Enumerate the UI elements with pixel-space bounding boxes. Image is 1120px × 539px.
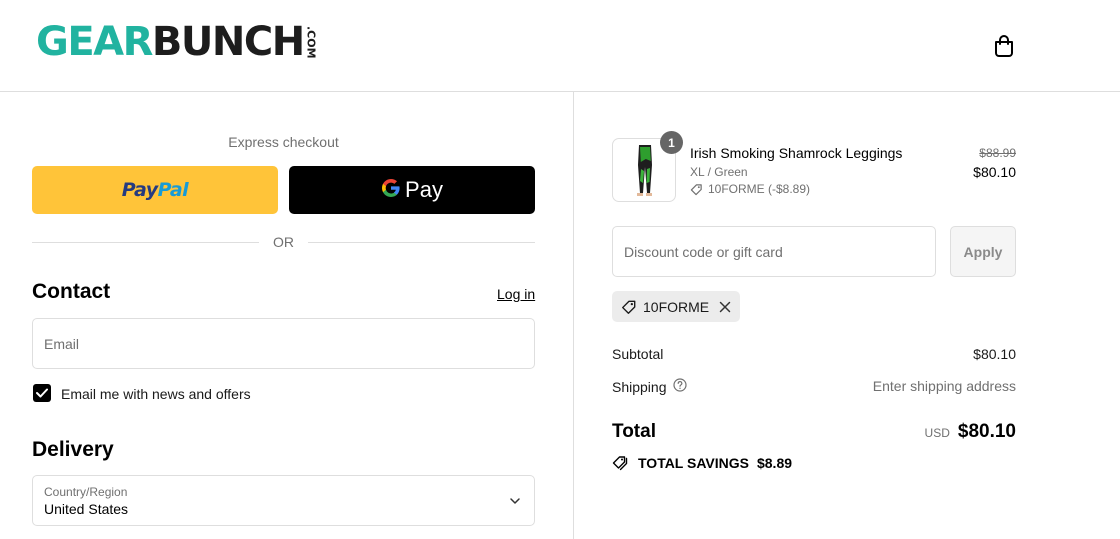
- savings-value: $8.89: [756, 455, 793, 471]
- google-pay-label: Pay: [405, 177, 443, 202]
- total-label: Total: [612, 421, 656, 442]
- tags-icon: [612, 456, 628, 471]
- logo-text-bunch: BUNCH: [151, 19, 305, 65]
- total-savings: TOTAL SAVINGS $8.89: [612, 455, 792, 471]
- country-label: Country/Region: [44, 485, 128, 499]
- google-g-icon: [381, 178, 401, 202]
- shipping-label-group: Shipping: [612, 378, 687, 395]
- product-discount: 10FORME (-$8.89): [690, 182, 810, 196]
- delivery-heading: Delivery: [32, 438, 114, 461]
- login-link[interactable]: Log in: [497, 286, 535, 302]
- product-name: Irish Smoking Shamrock Leggings: [690, 145, 903, 161]
- shipping-label: Shipping: [612, 378, 667, 395]
- or-text: OR: [273, 234, 294, 250]
- logo-text-com: .COM: [304, 25, 318, 59]
- google-pay-button[interactable]: Pay: [289, 166, 535, 214]
- country-select[interactable]: Country/Region United States: [32, 475, 535, 526]
- column-divider: [573, 92, 574, 539]
- newsletter-label: Email me with news and offers: [61, 386, 251, 402]
- chevron-down-icon: [510, 498, 520, 504]
- discount-code-input[interactable]: [613, 227, 935, 276]
- total-currency: USD: [924, 426, 950, 440]
- total-amount-group: USD $80.10: [925, 421, 1016, 443]
- help-circle-icon[interactable]: [672, 378, 687, 395]
- product-variant: XL / Green: [690, 165, 748, 179]
- applied-code-text: 10FORME: [643, 298, 710, 315]
- discount-field-wrapper: [612, 226, 936, 277]
- original-price: $88.99: [979, 146, 1016, 160]
- apply-discount-button[interactable]: Apply: [950, 226, 1016, 277]
- remove-code-close-icon[interactable]: [719, 301, 731, 313]
- applied-code-chip: 10FORME: [612, 291, 741, 322]
- newsletter-checkbox[interactable]: [33, 384, 51, 402]
- shopping-bag-icon[interactable]: [990, 32, 1018, 60]
- total-value: $80.10: [957, 421, 1016, 442]
- quantity-badge: 1: [660, 131, 683, 154]
- country-value: United States: [44, 501, 129, 517]
- logo-text-gear: GEAR: [36, 19, 153, 65]
- subtotal-value: $80.10: [973, 346, 1016, 362]
- item-price: $80.10: [973, 164, 1016, 180]
- or-divider: OR: [32, 233, 535, 251]
- subtotal-label: Subtotal: [612, 346, 664, 362]
- header: GEAR BUNCH .COM: [0, 0, 1120, 92]
- tag-icon: [690, 183, 702, 195]
- product-discount-text: 10FORME (-$8.89): [708, 182, 811, 196]
- paypal-logo: PayPal: [121, 179, 189, 201]
- contact-heading: Contact: [32, 280, 111, 303]
- store-logo[interactable]: GEAR BUNCH .COM: [36, 19, 318, 65]
- tag-icon: [622, 300, 636, 314]
- checkmark-icon: [36, 388, 48, 398]
- email-field-wrapper: [32, 318, 535, 369]
- paypal-button[interactable]: PayPal: [32, 166, 278, 214]
- shipping-value: Enter shipping address: [872, 378, 1016, 394]
- email-field[interactable]: [33, 319, 534, 368]
- savings-label: TOTAL SAVINGS: [638, 455, 749, 471]
- express-checkout-title: Express checkout: [228, 134, 339, 150]
